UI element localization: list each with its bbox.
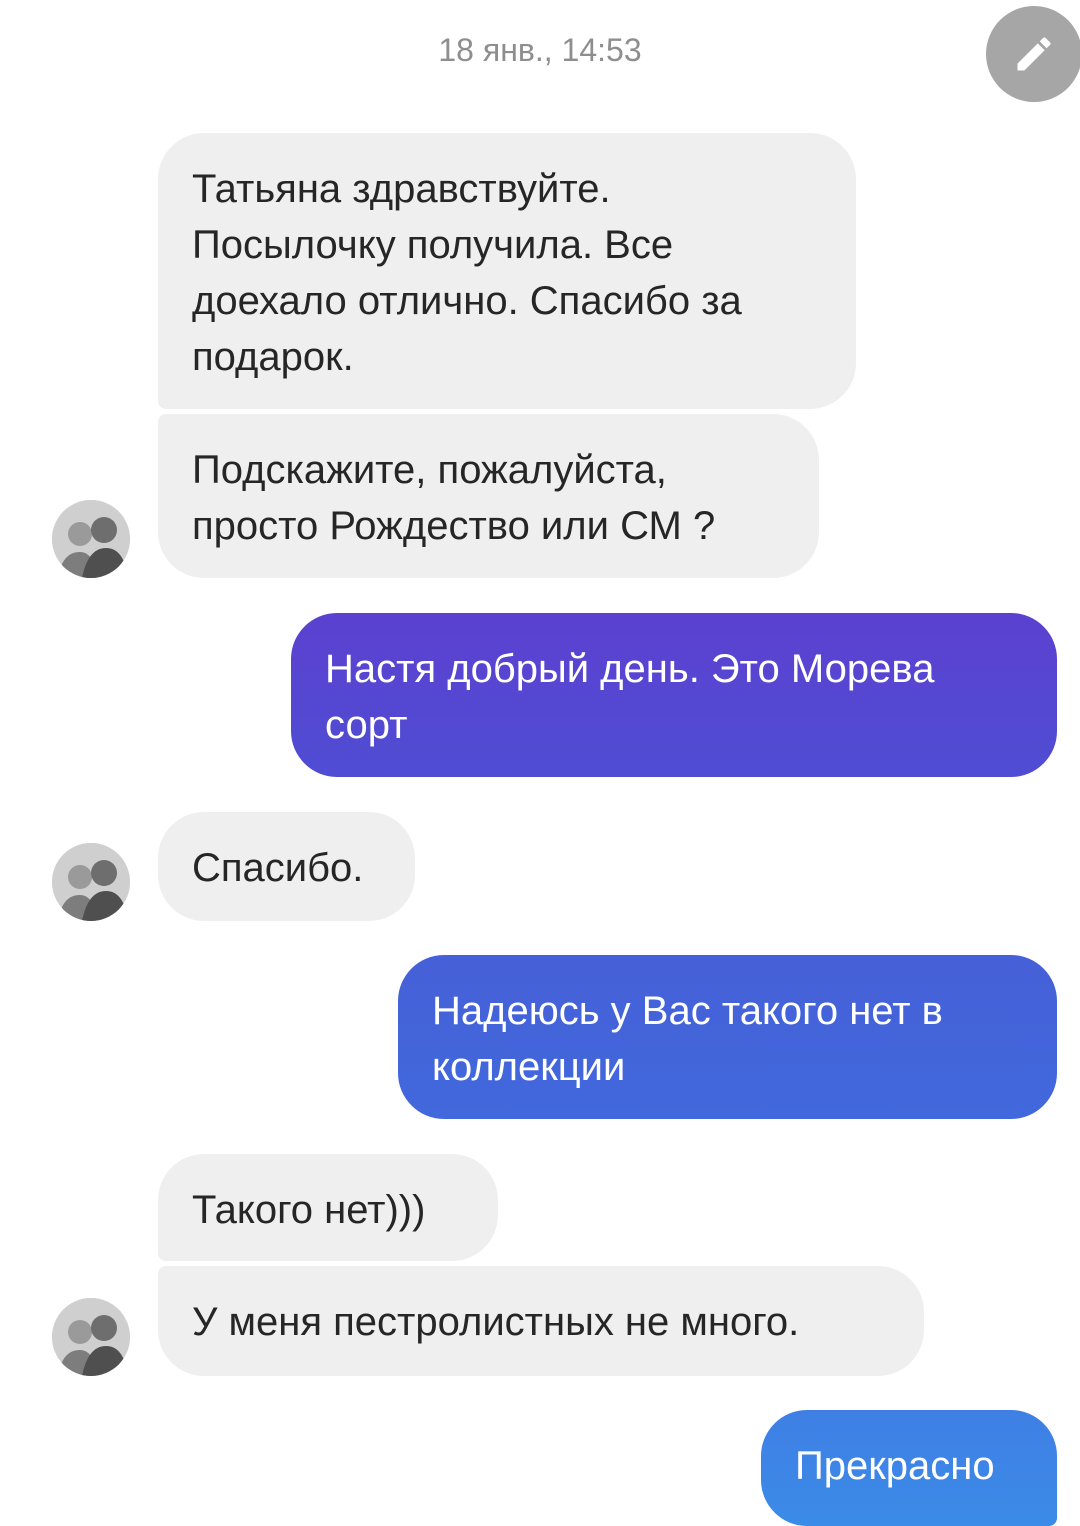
avatar[interactable] xyxy=(52,1298,130,1376)
contact-photo xyxy=(52,843,130,921)
message-outgoing[interactable]: Настя добрый день. Это Морева сорт xyxy=(291,613,1057,777)
avatar[interactable] xyxy=(52,843,130,921)
edit-button[interactable] xyxy=(986,6,1080,102)
message-outgoing[interactable]: Надеюсь у Вас такого нет в коллекции xyxy=(398,955,1057,1119)
contact-photo xyxy=(52,1298,130,1376)
contact-photo xyxy=(52,500,130,578)
avatar[interactable] xyxy=(52,500,130,578)
message-incoming[interactable]: Подскажите, пожалуйста, просто Рождество… xyxy=(158,414,819,578)
message-incoming[interactable]: Татьяна здравствуйте. Посылочку получила… xyxy=(158,133,856,409)
message-incoming[interactable]: Такого нет))) xyxy=(158,1154,498,1261)
date-divider: 18 янв., 14:53 xyxy=(438,32,642,68)
message-outgoing[interactable]: Прекрасно xyxy=(761,1410,1057,1526)
message-incoming[interactable]: Спасибо. xyxy=(158,812,415,921)
message-incoming[interactable]: У меня пестролистных не много. xyxy=(158,1266,924,1376)
pencil-icon xyxy=(1017,37,1051,71)
